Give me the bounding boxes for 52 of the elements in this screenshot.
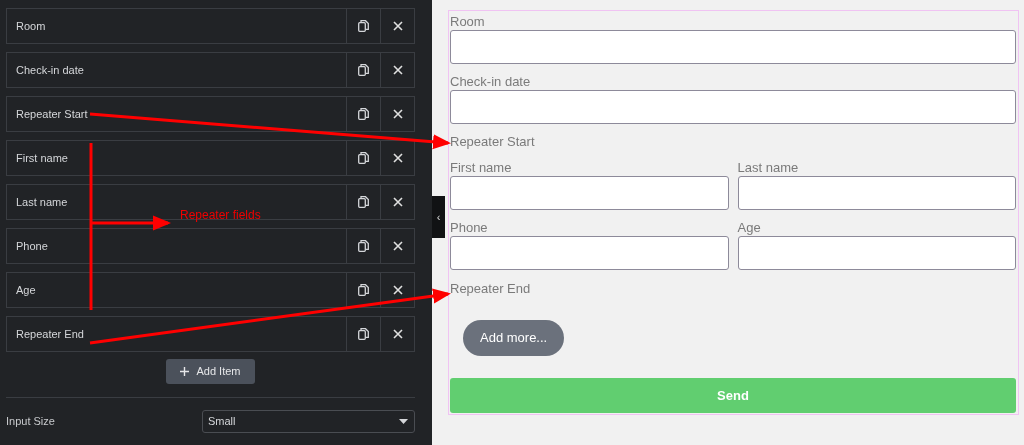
item-label: Last name	[16, 194, 68, 210]
input-size-select[interactable]: Small	[202, 410, 415, 433]
close-icon	[392, 109, 403, 119]
item-label: First name	[16, 150, 68, 166]
input-field[interactable]	[737, 176, 1016, 210]
field-label: First name	[450, 159, 513, 176]
repeater-item[interactable]: Repeater Start	[6, 96, 415, 132]
close-icon	[392, 153, 403, 163]
section-label: Repeater Start	[450, 133, 536, 150]
repeater-item[interactable]: Repeater End	[6, 316, 415, 352]
close-icon	[392, 241, 403, 251]
copy-icon	[358, 196, 369, 208]
copy-icon	[358, 64, 369, 76]
copy-icon	[358, 108, 369, 120]
close-icon	[392, 21, 403, 31]
input-field[interactable]	[450, 236, 729, 270]
setting-label: Input Size	[6, 414, 55, 430]
repeater-item[interactable]: Check-in date	[6, 52, 415, 88]
field-label: Last name	[737, 159, 800, 176]
item-label: Phone	[16, 238, 48, 254]
add-more-button[interactable]: Add more...	[463, 320, 565, 356]
field-label: Age	[737, 219, 762, 236]
input-field[interactable]	[450, 90, 1016, 124]
field-label: Room	[450, 13, 486, 30]
repeater-item[interactable]: Age	[6, 272, 415, 308]
item-label: Age	[16, 282, 36, 298]
section-label: Repeater End	[450, 280, 532, 297]
input-field[interactable]	[450, 176, 729, 210]
copy-icon	[358, 240, 369, 252]
close-icon	[392, 65, 403, 75]
collapse-toggle[interactable]: ‹	[432, 196, 445, 238]
field-label: Phone	[450, 219, 489, 236]
close-icon	[392, 329, 403, 339]
caret-icon	[399, 419, 408, 424]
copy-icon	[358, 20, 369, 32]
repeater-item[interactable]: Phone	[6, 228, 415, 264]
input-field[interactable]	[737, 236, 1016, 270]
copy-icon	[358, 328, 369, 340]
close-icon	[392, 285, 403, 295]
item-label: Repeater End	[16, 326, 84, 342]
input-field[interactable]	[450, 30, 1016, 64]
field-label: Check-in date	[450, 73, 532, 90]
add-item-button[interactable]: Add Item	[166, 359, 255, 384]
item-label: Repeater Start	[16, 106, 88, 122]
close-icon	[392, 197, 403, 207]
repeater-item[interactable]: First name	[6, 140, 415, 176]
plus-icon	[180, 367, 190, 376]
repeater-item[interactable]: Room	[6, 8, 415, 44]
item-label: Check-in date	[16, 62, 84, 78]
copy-icon	[358, 152, 369, 164]
item-label: Room	[16, 18, 46, 34]
copy-icon	[358, 284, 369, 296]
